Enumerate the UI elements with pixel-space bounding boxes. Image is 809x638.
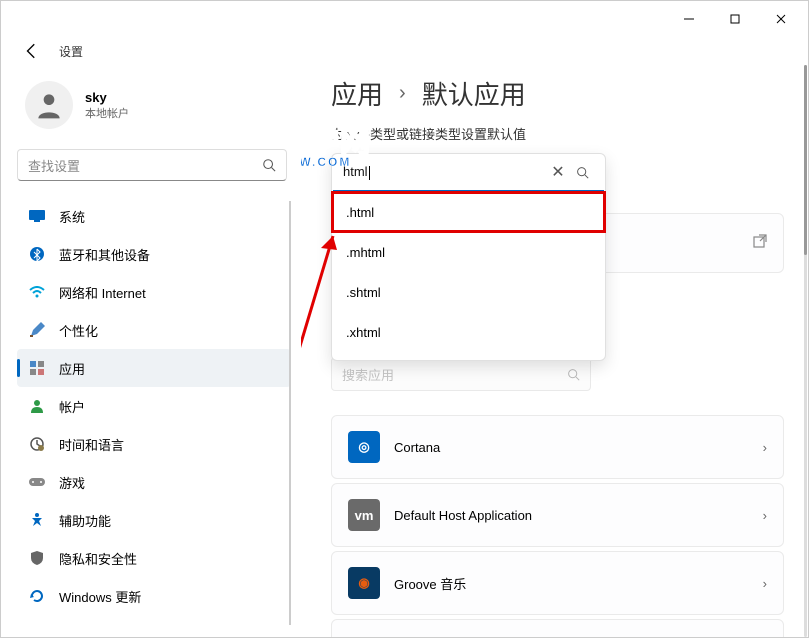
clear-icon[interactable]: ✕ xyxy=(546,162,570,182)
wifi-icon xyxy=(29,284,45,300)
sidebar-item-2[interactable]: 网络和 Internet xyxy=(17,273,291,311)
app-icon: ◉ xyxy=(348,567,380,599)
system-icon xyxy=(29,208,45,224)
app-name: Default Host Application xyxy=(394,508,763,523)
app-search-input[interactable]: 搜索应用 xyxy=(331,357,591,391)
apps-icon xyxy=(29,360,45,376)
sidebar: sky 本地帐户 查找设置 系统蓝牙和其他设备网络和 Internet 个性化应用… xyxy=(1,65,301,637)
sidebar-item-label: 应用 xyxy=(59,359,85,378)
filetype-search-input[interactable]: html ✕ xyxy=(333,154,604,192)
breadcrumb-root[interactable]: 应用 xyxy=(331,75,383,112)
breadcrumb: 应用 › 默认应用 xyxy=(331,75,784,112)
titlebar xyxy=(1,1,808,37)
sidebar-item-label: 隐私和安全性 xyxy=(59,549,137,568)
back-button[interactable] xyxy=(23,42,41,60)
header: 设置 xyxy=(1,37,808,65)
sidebar-item-label: Windows 更新 xyxy=(59,587,141,606)
sidebar-item-4[interactable]: 应用 xyxy=(17,349,291,387)
update-icon xyxy=(29,588,45,604)
user-profile[interactable]: sky 本地帐户 xyxy=(17,75,301,149)
privacy-icon xyxy=(29,550,45,566)
sidebar-item-0[interactable]: 系统 xyxy=(17,197,291,235)
app-card[interactable]: ◎ Cortana› xyxy=(331,415,784,479)
sidebar-item-7[interactable]: 游戏 xyxy=(17,463,291,501)
personalize-icon xyxy=(29,322,45,338)
filetype-option[interactable]: .shtml xyxy=(332,272,605,312)
window-title: 设置 xyxy=(59,43,83,60)
sidebar-item-label: 游戏 xyxy=(59,473,85,492)
sidebar-item-6[interactable]: 时间和语言 xyxy=(17,425,291,463)
sidebar-item-5[interactable]: 帐户 xyxy=(17,387,291,425)
sidebar-item-3[interactable]: 个性化 xyxy=(17,311,291,349)
search-placeholder: 查找设置 xyxy=(28,156,262,175)
sidebar-item-label: 帐户 xyxy=(59,397,85,416)
gaming-icon xyxy=(29,474,45,490)
maximize-button[interactable] xyxy=(712,4,758,34)
user-name: sky xyxy=(85,90,129,105)
sidebar-item-label: 个性化 xyxy=(59,321,98,340)
app-icon: ◎ xyxy=(348,431,380,463)
filetype-option[interactable]: .xhtml xyxy=(332,312,605,352)
chevron-right-icon: › xyxy=(763,508,767,523)
search-query: html xyxy=(343,164,546,180)
minimize-button[interactable] xyxy=(666,4,712,34)
accessibility-icon xyxy=(29,512,45,528)
sidebar-divider xyxy=(289,201,291,625)
user-type: 本地帐户 xyxy=(85,105,129,121)
filetype-option[interactable]: .mhtml xyxy=(332,232,605,272)
sidebar-item-label: 辅助功能 xyxy=(59,511,111,530)
app-card[interactable]: eMicrosoft Edge› xyxy=(331,619,784,637)
search-icon xyxy=(567,368,580,381)
breadcrumb-current: 默认应用 xyxy=(422,75,526,112)
sidebar-item-10[interactable]: Windows 更新 xyxy=(17,577,291,615)
app-name: Groove 音乐 xyxy=(394,574,763,593)
app-name: Cortana xyxy=(394,440,763,455)
sidebar-item-1[interactable]: 蓝牙和其他设备 xyxy=(17,235,291,273)
search-icon[interactable] xyxy=(570,166,594,179)
app-search-placeholder: 搜索应用 xyxy=(342,365,567,384)
sidebar-item-label: 系统 xyxy=(59,207,85,226)
app-card[interactable]: ◉ Groove 音乐› xyxy=(331,551,784,615)
sidebar-item-label: 蓝牙和其他设备 xyxy=(59,245,150,264)
app-icon: vm xyxy=(348,499,380,531)
bluetooth-icon xyxy=(29,246,45,262)
app-icon: e xyxy=(348,635,380,637)
search-icon xyxy=(262,158,276,172)
filetype-option[interactable]: .html xyxy=(332,192,605,232)
main: 应用 › 默认应用 为文件类型或链接类型设置默认值 软件自学网 WWW.RJZX… xyxy=(301,65,808,637)
sidebar-search-input[interactable]: 查找设置 xyxy=(17,149,287,181)
avatar xyxy=(25,81,73,129)
section-subtitle: 为文件类型或链接类型设置默认值 xyxy=(331,124,784,143)
sidebar-item-9[interactable]: 隐私和安全性 xyxy=(17,539,291,577)
scrollbar-thumb[interactable] xyxy=(804,65,807,255)
nav: 系统蓝牙和其他设备网络和 Internet 个性化应用帐户时间和语言游戏辅助功能隐… xyxy=(17,197,301,615)
chevron-right-icon: › xyxy=(763,576,767,591)
sidebar-item-label: 时间和语言 xyxy=(59,435,124,454)
close-button[interactable] xyxy=(758,4,804,34)
chevron-right-icon: › xyxy=(763,440,767,455)
sidebar-item-label: 网络和 Internet xyxy=(59,283,146,302)
open-external-icon xyxy=(753,234,767,253)
sidebar-item-8[interactable]: 辅助功能 xyxy=(17,501,291,539)
app-card[interactable]: vm Default Host Application› xyxy=(331,483,784,547)
scrollbar[interactable] xyxy=(804,65,807,637)
time-icon xyxy=(29,436,45,452)
filetype-dropdown: html ✕ .html.mhtml.shtml.xhtml xyxy=(331,153,606,361)
account-icon xyxy=(29,398,45,414)
chevron-right-icon: › xyxy=(399,82,406,105)
